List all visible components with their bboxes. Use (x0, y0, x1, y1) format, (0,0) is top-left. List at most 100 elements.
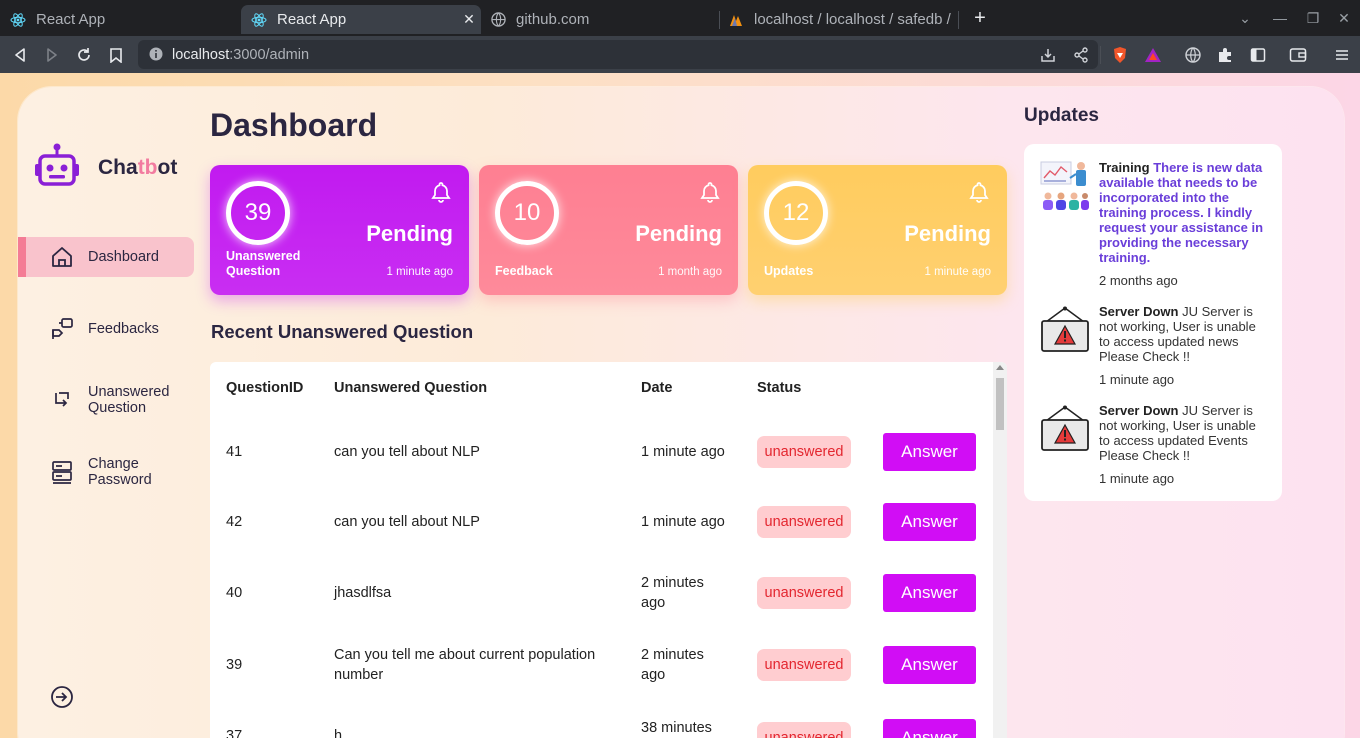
question-id: 39 (226, 657, 243, 673)
url-path: :3000/admin (229, 46, 310, 63)
scroll-thumb[interactable] (996, 378, 1004, 430)
browser-tab[interactable]: github.com (490, 5, 710, 34)
table-row: 41 can you tell about NLP 1 minute ago u… (210, 432, 993, 472)
table-scrollbar[interactable] (993, 362, 1007, 738)
tab-separator (958, 11, 959, 29)
section-title: Recent Unanswered Question (211, 321, 474, 342)
warning-sign-icon (1040, 405, 1090, 457)
card-label: Feedback (495, 264, 553, 278)
minimize-icon[interactable]: — (1270, 8, 1290, 28)
question-text: can you tell about NLP (334, 514, 480, 530)
chevron-down-icon[interactable]: ⌄ (1235, 8, 1255, 28)
stat-card-updates[interactable]: 12 Pending Updates 1 minute ago (748, 165, 1007, 295)
url-field[interactable]: localhost:3000/admin (138, 40, 1098, 69)
update-time: 2 months ago (1099, 273, 1178, 288)
brave-shield-icon[interactable] (1109, 44, 1131, 66)
questions-table: QuestionID Unanswered Question Date Stat… (210, 362, 1007, 738)
brave-rewards-icon[interactable] (1142, 44, 1164, 66)
address-bar: localhost:3000/admin (0, 36, 1360, 73)
tab-title: localhost / localhost / safedb / (754, 11, 951, 28)
robot-icon (34, 143, 80, 192)
table-row: 40 jhasdlfsa 2 minutes ago unanswered An… (210, 573, 993, 613)
answer-button[interactable]: Answer (883, 646, 976, 684)
card-time: 1 minute ago (924, 266, 992, 278)
sidebar-item-change-password[interactable]: Change Password (18, 455, 194, 489)
question-date: 1 minute ago (641, 444, 725, 460)
update-time: 1 minute ago (1099, 372, 1175, 387)
question-date: 2 minutes ago (641, 647, 704, 683)
status-badge: unanswered (757, 436, 851, 468)
answer-button[interactable]: Answer (883, 719, 976, 738)
column-header: Status (757, 380, 802, 396)
update-item[interactable]: Server Down JU Server is not working, Us… (1040, 403, 1270, 486)
update-item[interactable]: Training There is new data available tha… (1040, 160, 1270, 290)
question-text: Can you tell me about current population… (334, 647, 596, 683)
react-icon (10, 12, 26, 28)
vpn-globe-icon[interactable] (1182, 44, 1204, 66)
table-row: 42 can you tell about NLP 1 minute ago u… (210, 502, 993, 542)
card-status: Pending (635, 221, 722, 246)
browser-tab[interactable]: React App (10, 5, 238, 34)
site-info-icon[interactable] (149, 47, 163, 66)
share-icon[interactable] (1070, 44, 1092, 66)
url-host: localhost (172, 46, 230, 63)
close-window-icon[interactable]: ✕ (1334, 8, 1354, 28)
status-badge: unanswered (757, 577, 851, 609)
reload-icon[interactable] (73, 44, 95, 66)
answer-button[interactable]: Answer (883, 503, 976, 541)
download-icon[interactable] (1037, 44, 1059, 66)
extensions-icon[interactable] (1214, 44, 1236, 66)
card-time: 1 month ago (658, 266, 722, 278)
tab-title: React App (277, 11, 347, 28)
chatbot-logo[interactable]: Chatbot (34, 143, 177, 192)
tab-title: github.com (516, 11, 590, 28)
warning-sign-icon (1040, 306, 1090, 358)
answer-button[interactable]: Answer (883, 433, 976, 471)
card-label: Unanswered Question (226, 249, 301, 278)
maximize-icon[interactable]: ❐ (1303, 8, 1323, 28)
sidebar-item-label: Dashboard (88, 249, 159, 265)
logout-icon[interactable] (50, 685, 74, 709)
question-date: 1 minute ago (641, 514, 725, 530)
bookmark-icon[interactable] (105, 44, 127, 66)
menu-icon[interactable] (1331, 44, 1353, 66)
bell-icon[interactable] (431, 181, 451, 203)
card-status: Pending (904, 221, 991, 246)
status-badge: unanswered (757, 506, 851, 538)
sidebar-toggle-icon[interactable] (1247, 44, 1269, 66)
stat-card-unanswered[interactable]: 39 Pending Unanswered Question 1 minute … (210, 165, 469, 295)
new-tab-button[interactable]: + (970, 8, 990, 28)
logo-text-part: ot (157, 155, 178, 179)
column-header: Unanswered Question (334, 380, 488, 396)
back-icon[interactable] (9, 44, 31, 66)
sidebar-item-label: Feedbacks (88, 321, 159, 337)
sidebar-item-feedbacks[interactable]: Feedbacks (18, 315, 194, 343)
page-title: Dashboard (210, 107, 378, 143)
logo-text-highlight: tb (137, 155, 158, 179)
browser-tab-active[interactable]: React App ✕ (241, 5, 481, 34)
bell-icon[interactable] (700, 181, 720, 203)
updates-panel: Training There is new data available tha… (1024, 144, 1282, 501)
column-header: Date (641, 380, 673, 396)
stat-card-feedback[interactable]: 10 Pending Feedback 1 month ago (479, 165, 738, 295)
update-item[interactable]: Server Down JU Server is not working, Us… (1040, 304, 1270, 387)
card-label: Updates (764, 264, 814, 278)
question-id: 37 (226, 728, 243, 738)
card-status: Pending (366, 221, 453, 246)
sidebar-item-label: Unanswered Question (88, 384, 170, 416)
update-time: 1 minute ago (1099, 471, 1175, 486)
question-id: 42 (226, 514, 243, 530)
sidebar-item-unanswered-question[interactable]: Unanswered Question (18, 383, 194, 417)
update-heading: Training (1099, 160, 1150, 175)
close-tab-icon[interactable]: ✕ (461, 11, 477, 27)
browser-tab[interactable]: localhost / localhost / safedb / (728, 5, 956, 34)
count-ring: 10 (495, 181, 559, 245)
question-text: h (334, 728, 343, 738)
bell-icon[interactable] (969, 181, 989, 203)
browser-tab-bar: React App React App ✕ github.com localho… (0, 0, 1360, 36)
wallet-icon[interactable] (1287, 44, 1309, 66)
answer-button[interactable]: Answer (883, 574, 976, 612)
forward-icon[interactable] (41, 44, 63, 66)
scroll-up-arrow-icon[interactable] (996, 365, 1004, 370)
sidebar-item-dashboard[interactable]: Dashboard (18, 237, 194, 277)
